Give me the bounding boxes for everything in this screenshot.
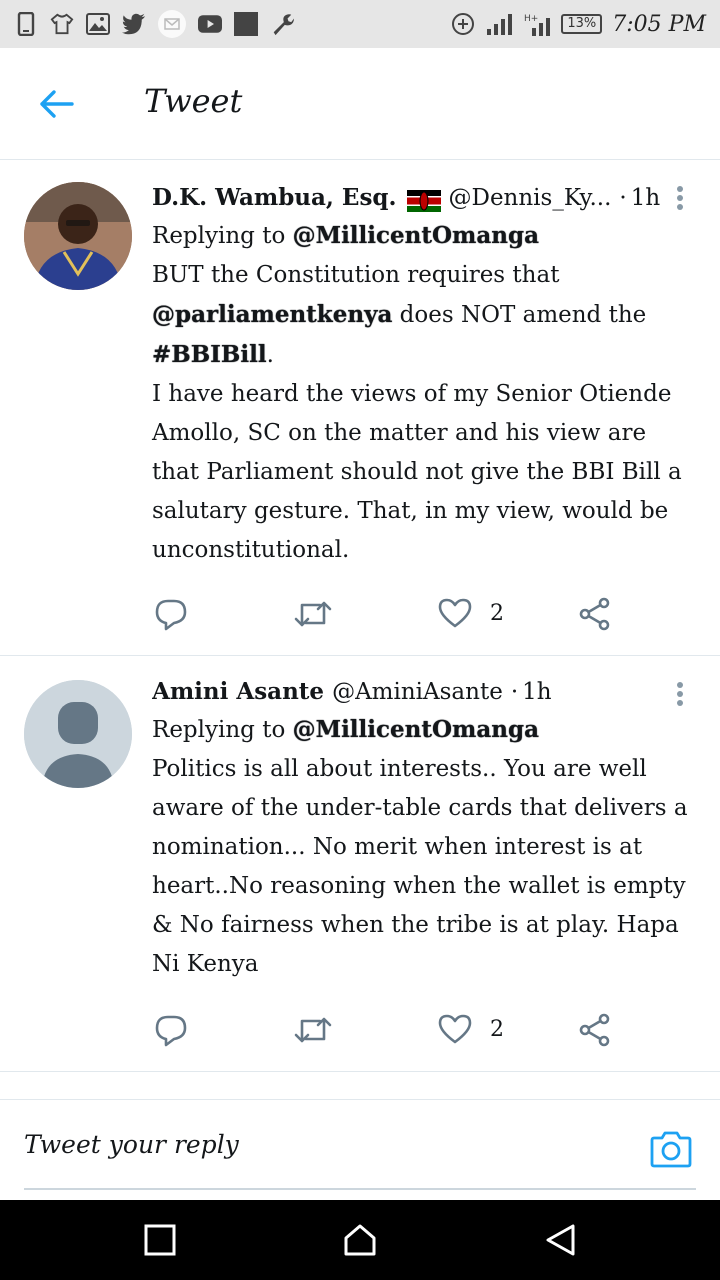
tweet-time: 1h xyxy=(522,679,552,705)
data-saver-icon xyxy=(451,12,475,36)
square-icon xyxy=(234,12,258,36)
tshirt-icon xyxy=(50,12,74,36)
battery-icon: 13% xyxy=(561,14,603,34)
tweet-item[interactable]: Amini Asante @AminiAsante · 1h Replying … xyxy=(0,656,720,1072)
like-button[interactable]: 2 xyxy=(438,1013,504,1045)
twitter-icon xyxy=(122,12,146,36)
wrench-icon xyxy=(270,12,294,36)
like-button[interactable]: 2 xyxy=(438,597,504,629)
tweet-text-part: does NOT amend the xyxy=(399,302,647,328)
triangle-back-icon xyxy=(546,1224,575,1256)
reply-underline xyxy=(24,1188,696,1190)
retweet-icon xyxy=(294,1017,332,1043)
author-handle[interactable]: @Dennis_Ky... xyxy=(449,180,612,216)
mail-icon xyxy=(158,10,186,38)
tweet-text-part: . xyxy=(266,342,274,368)
square-nav-icon xyxy=(144,1224,176,1256)
signal-h-icon: H+ xyxy=(523,12,551,36)
reply-button[interactable] xyxy=(154,1013,188,1047)
tweet-text-part: I have heard the views of my Senior Otie… xyxy=(152,381,682,563)
like-count: 2 xyxy=(490,1016,504,1042)
heart-icon xyxy=(438,1014,472,1044)
more-options-button[interactable] xyxy=(668,182,692,214)
retweet-button[interactable] xyxy=(294,597,332,631)
app-header: Tweet xyxy=(0,48,720,160)
like-count: 2 xyxy=(490,600,504,626)
tweet-text: Politics is all about interests.. You ar… xyxy=(152,756,688,977)
phone-icon xyxy=(14,12,38,36)
replying-to: Replying to @MillicentOmanga xyxy=(152,710,660,750)
signal-icon xyxy=(485,12,513,36)
retweet-button[interactable] xyxy=(294,1013,332,1047)
share-icon xyxy=(579,597,610,631)
tweet-text-part: BUT the Constitution requires that xyxy=(152,262,560,288)
back-nav-button[interactable] xyxy=(542,1222,578,1258)
default-avatar-icon xyxy=(24,680,132,788)
reply-input[interactable]: Tweet your reply xyxy=(24,1130,239,1159)
status-time: 7:05 PM xyxy=(612,11,706,37)
kenya-flag-icon xyxy=(406,187,441,212)
camera-button[interactable] xyxy=(650,1130,692,1170)
share-icon xyxy=(579,1013,610,1047)
hashtag-link[interactable]: #BBIBill xyxy=(152,341,267,368)
reply-icon xyxy=(155,599,187,631)
navigation-bar xyxy=(0,1200,720,1280)
replying-to-mention[interactable]: @MillicentOmanga xyxy=(293,222,539,249)
recents-button[interactable] xyxy=(142,1222,178,1258)
home-button[interactable] xyxy=(342,1222,378,1258)
replying-to-label: Replying to xyxy=(152,223,286,249)
retweet-icon xyxy=(294,601,332,627)
more-options-button[interactable] xyxy=(668,678,692,710)
tweet-text: BUT the Constitution requires that @parl… xyxy=(152,256,700,570)
avatar[interactable] xyxy=(24,680,132,788)
image-icon xyxy=(86,12,110,36)
author-name[interactable]: Amini Asante xyxy=(152,674,324,710)
author-name[interactable]: D.K. Wambua, Esq. xyxy=(152,180,397,216)
reply-button[interactable] xyxy=(154,597,188,631)
share-button[interactable] xyxy=(578,1013,612,1047)
reply-bar: Tweet your reply xyxy=(0,1100,720,1200)
tweet-time: 1h xyxy=(630,185,660,211)
replying-to: Replying to @MillicentOmanga xyxy=(152,216,660,256)
share-button[interactable] xyxy=(578,597,612,631)
tweet-item[interactable]: D.K. Wambua, Esq. @Dennis_Ky... · 1h Rep… xyxy=(0,160,720,656)
back-button[interactable] xyxy=(34,84,78,124)
mention-link[interactable]: @parliamentkenya xyxy=(152,301,392,328)
avatar[interactable] xyxy=(24,182,132,290)
arrow-left-icon xyxy=(40,90,74,118)
replying-to-mention[interactable]: @MillicentOmanga xyxy=(293,716,539,743)
reply-icon xyxy=(155,1015,187,1047)
heart-icon xyxy=(438,598,472,628)
separator-dot: · xyxy=(619,185,627,211)
separator-dot: · xyxy=(510,679,519,705)
camera-icon xyxy=(650,1131,692,1168)
page-title: Tweet xyxy=(144,82,243,120)
svg-text:H+: H+ xyxy=(524,14,538,24)
youtube-icon xyxy=(198,12,222,36)
home-nav-icon xyxy=(344,1224,376,1256)
replying-to-label: Replying to xyxy=(152,717,286,743)
status-bar: H+ 13% 7:05 PM xyxy=(0,0,720,48)
next-tweet-partial[interactable] xyxy=(0,1072,720,1100)
author-handle[interactable]: @AminiAsante xyxy=(332,674,503,710)
